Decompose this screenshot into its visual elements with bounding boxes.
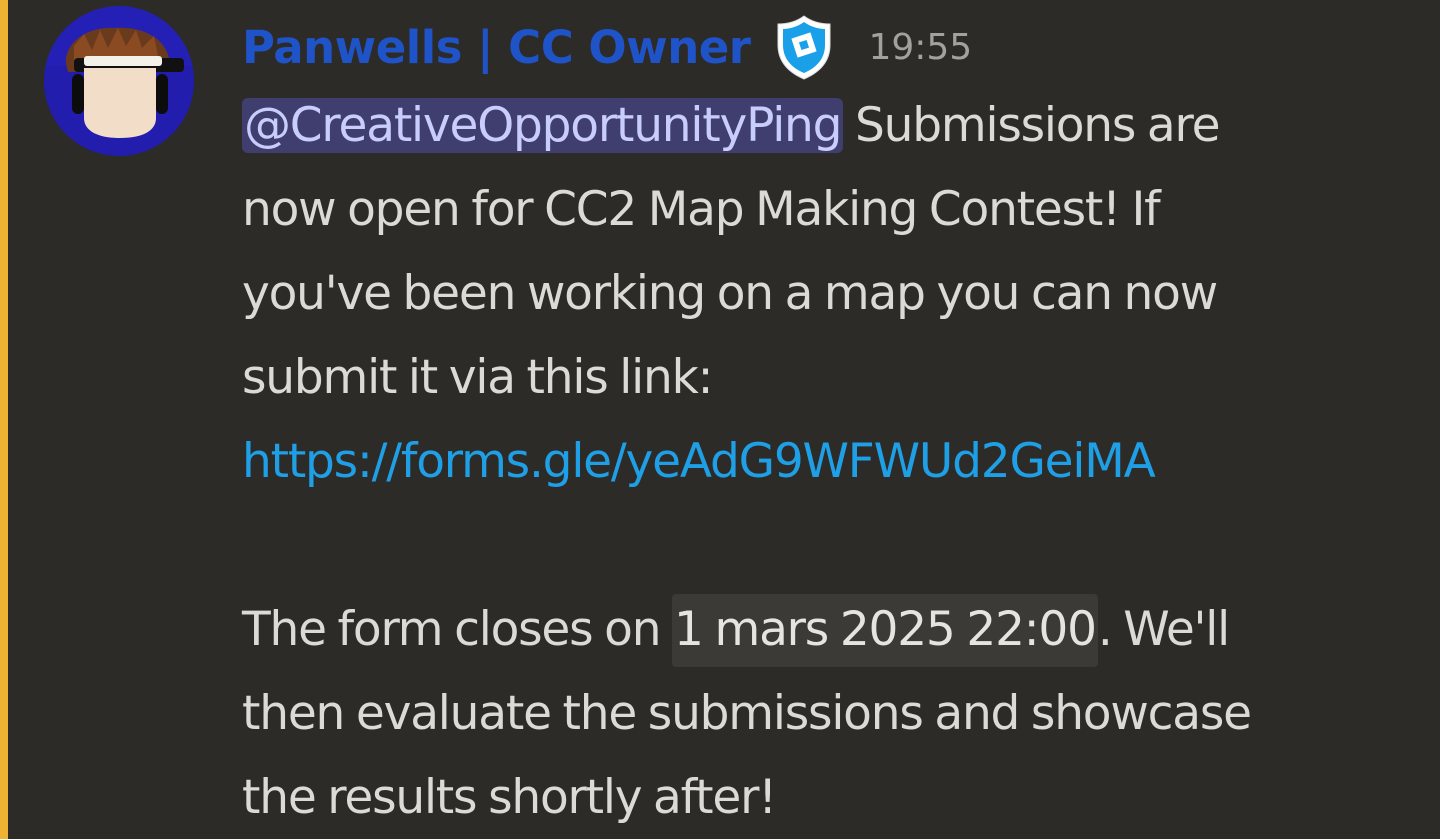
message-line: @CreativeOpportunityPing Submissions are (242, 84, 1432, 168)
author-username[interactable]: Panwells | CC Owner (242, 21, 751, 74)
message-text: . We'll (1097, 602, 1230, 657)
highlight-accent-bar (0, 0, 8, 839)
shield-icon[interactable] (774, 13, 834, 81)
message-text: Submissions are (843, 98, 1221, 153)
message-line: submit it via this link: (242, 350, 713, 405)
message-line: https://forms.gle/yeAdG9WFWUd2GeiMA (242, 420, 1432, 504)
avatar-image (44, 6, 194, 156)
message-header: Panwells | CC Owner 19:55 (242, 12, 972, 82)
message-content: @CreativeOpportunityPing Submissions are… (242, 84, 1432, 839)
timestamp-chip[interactable]: 1 mars 2025 22:00 (672, 594, 1098, 667)
avatar[interactable] (44, 6, 194, 156)
message-timestamp: 19:55 (868, 26, 973, 68)
message-line: The form closes on 1 mars 2025 22:00. We… (242, 588, 1432, 672)
message-line: then evaluate the submissions and showca… (242, 686, 1252, 741)
role-mention[interactable]: @CreativeOpportunityPing (242, 98, 844, 153)
message-line: now open for CC2 Map Making Contest! If (242, 182, 1161, 237)
message-line: the results shortly after! (242, 770, 777, 825)
chat-message: Panwells | CC Owner 19:55 @CreativeOppor… (0, 0, 1440, 839)
message-line: you've been working on a map you can now (242, 266, 1218, 321)
form-link[interactable]: https://forms.gle/yeAdG9WFWUd2GeiMA (242, 434, 1156, 489)
message-text: The form closes on (242, 602, 673, 657)
